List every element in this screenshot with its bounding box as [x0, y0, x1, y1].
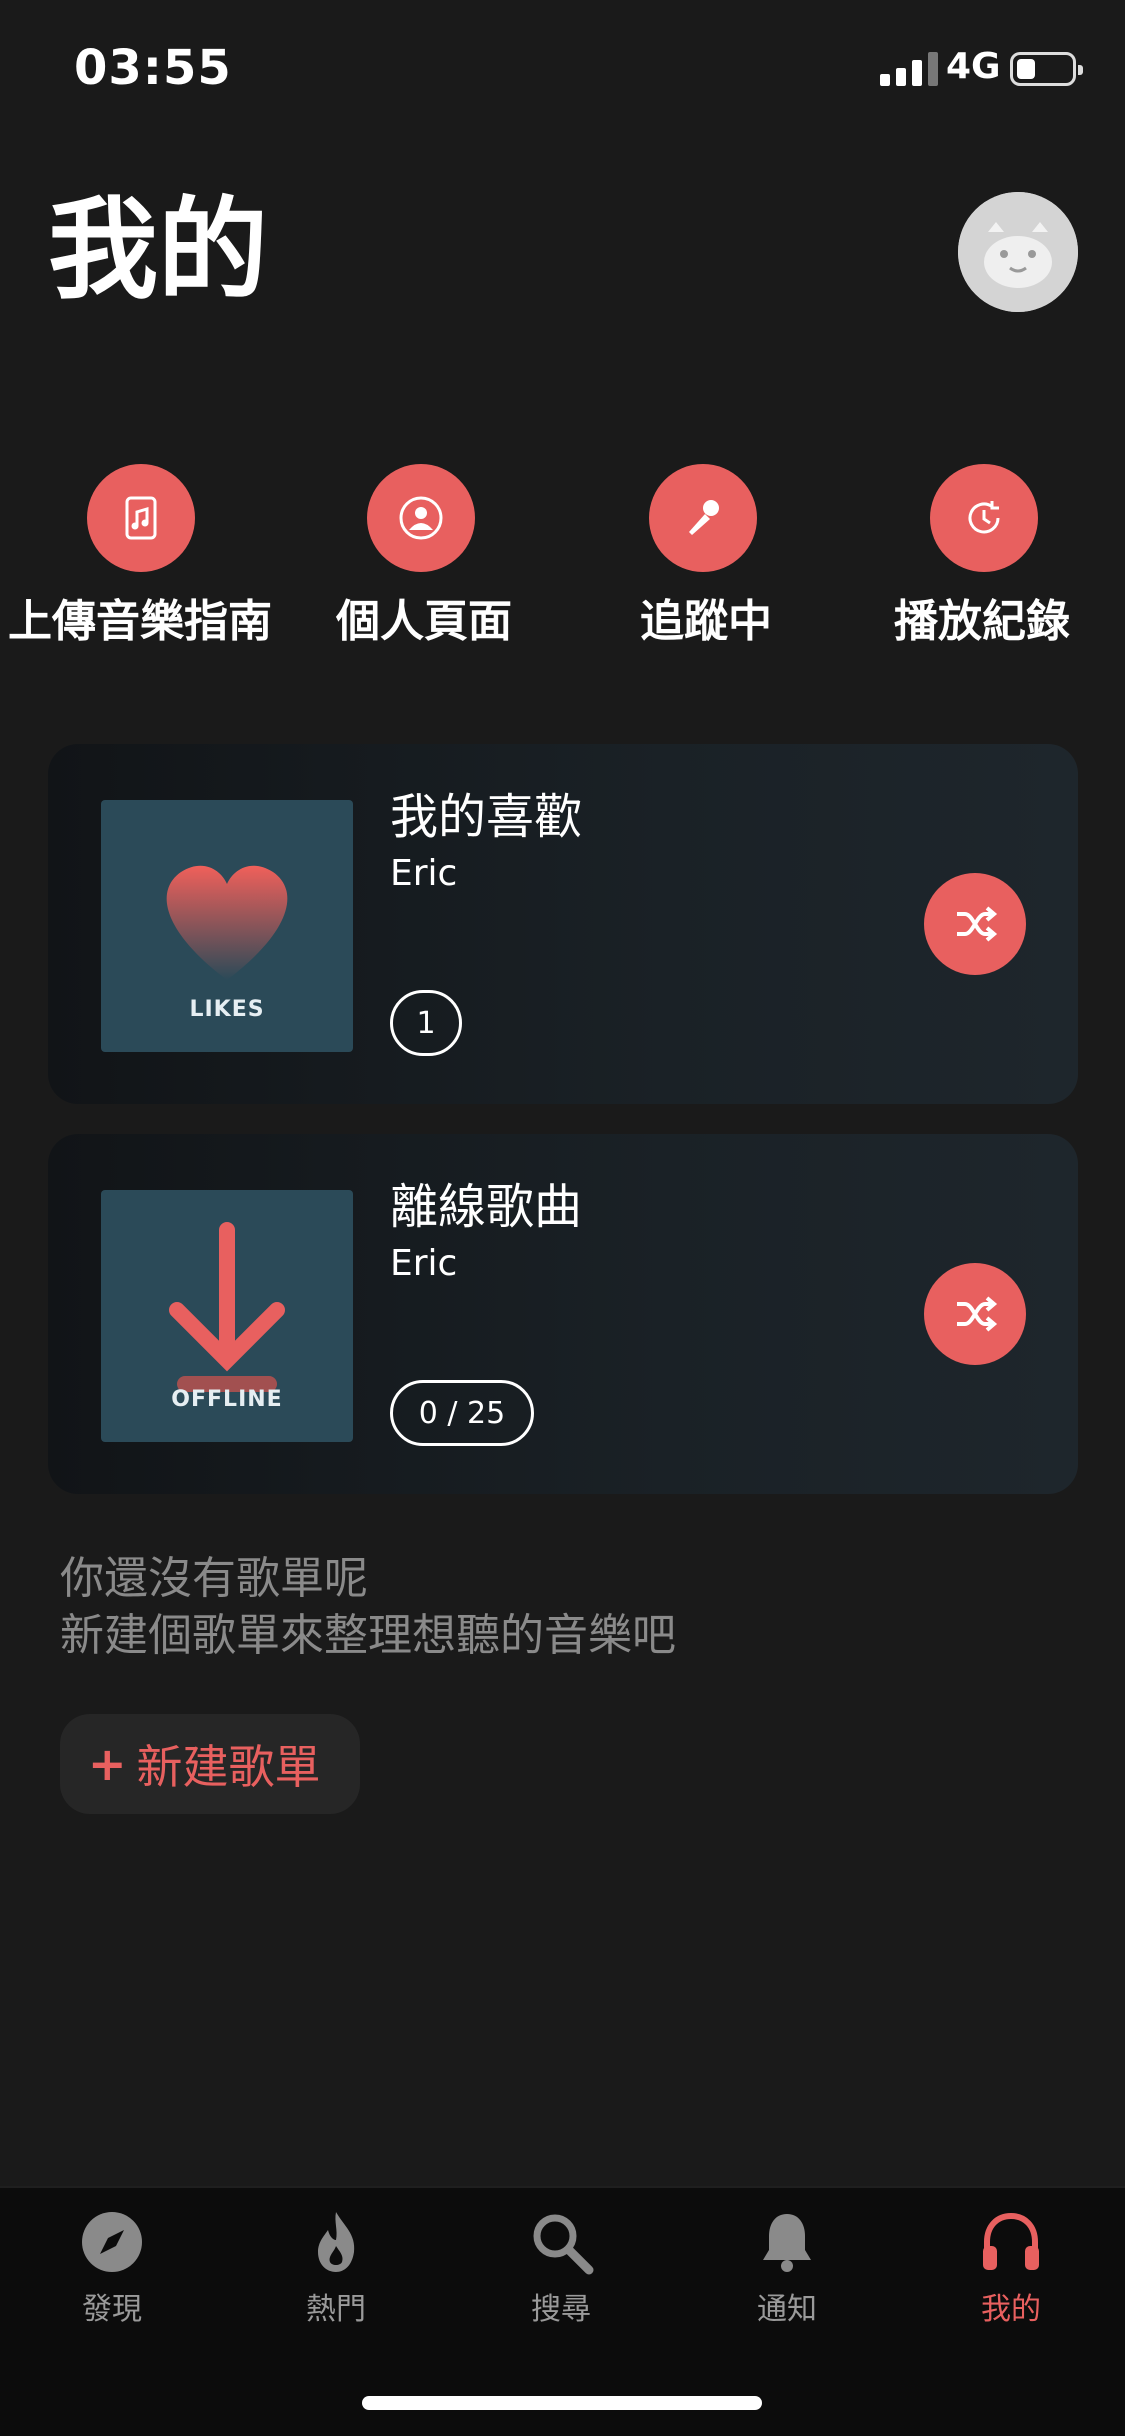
profile-page-label[interactable]: 個人頁面 — [336, 585, 512, 649]
home-indicator[interactable] — [362, 2396, 762, 2410]
music-file-icon — [87, 464, 195, 572]
likes-owner: Eric — [390, 853, 458, 894]
offline-cover-label: OFFLINE — [171, 1387, 283, 1412]
history-button[interactable] — [930, 464, 1038, 572]
tab-notifications-label: 通知 — [757, 2292, 817, 2327]
shuffle-icon — [957, 906, 998, 942]
search-icon — [533, 2214, 594, 2275]
offline-shuffle-button[interactable] — [924, 1263, 1026, 1365]
tab-hot-label: 熱門 — [306, 2292, 366, 2327]
new-playlist-button[interactable]: + 新建歌單 — [60, 1714, 360, 1814]
empty-message-line1: 你還沒有歌單呢 — [60, 1553, 368, 1604]
history-label[interactable]: 播放紀錄 — [894, 585, 1070, 649]
offline-cover: OFFLINE — [101, 1190, 353, 1442]
following-label[interactable]: 追蹤中 — [640, 585, 772, 649]
likes-shuffle-button[interactable] — [924, 873, 1026, 975]
tab-discover[interactable]: 發現 — [42, 2206, 182, 2328]
new-playlist-label: 新建歌單 — [136, 1740, 321, 1794]
microphone-icon — [649, 464, 757, 572]
likes-cover: LIKES — [101, 800, 353, 1052]
network-type: 4G — [946, 46, 1001, 87]
avatar-cat-icon — [958, 192, 1078, 312]
fire-icon — [318, 2212, 355, 2272]
empty-playlists-message: 你還沒有歌單呢 新建個歌單來整理想聽的音樂吧 — [60, 1550, 676, 1664]
tab-mine[interactable]: 我的 — [941, 2206, 1081, 2328]
tab-search-label: 搜尋 — [531, 2292, 591, 2327]
page-title: 我的 — [48, 186, 268, 314]
bell-icon — [763, 2214, 811, 2272]
status-time: 03:55 — [74, 40, 232, 96]
avatar[interactable] — [958, 192, 1078, 312]
tab-mine-label: 我的 — [981, 2292, 1041, 2327]
tab-notifications[interactable]: 通知 — [717, 2206, 857, 2328]
tab-hot[interactable]: 熱門 — [266, 2206, 406, 2328]
offline-count-badge: 0 / 25 — [390, 1380, 534, 1446]
upload-guide-label[interactable]: 上傳音樂指南 — [8, 585, 272, 649]
headphones-icon — [983, 2212, 1039, 2270]
compass-icon — [82, 2212, 142, 2272]
profile-page-button[interactable] — [367, 464, 475, 572]
likes-count-badge: 1 — [390, 990, 462, 1056]
empty-message-line2: 新建個歌單來整理想聽的音樂吧 — [60, 1610, 676, 1662]
following-button[interactable] — [649, 464, 757, 572]
plus-icon: + — [88, 1737, 127, 1791]
likes-title[interactable]: 我的喜歡 — [390, 789, 582, 845]
history-icon — [930, 464, 1038, 572]
offline-owner: Eric — [390, 1243, 458, 1284]
tab-discover-label: 發現 — [82, 2292, 142, 2327]
battery-icon — [1010, 52, 1083, 86]
upload-guide-button[interactable] — [87, 464, 195, 572]
likes-cover-label: LIKES — [189, 997, 265, 1022]
tab-search[interactable]: 搜尋 — [491, 2206, 631, 2328]
offline-title[interactable]: 離線歌曲 — [390, 1179, 582, 1235]
user-icon — [367, 464, 475, 572]
shuffle-icon — [957, 1296, 998, 1332]
signal-icon — [880, 50, 940, 86]
